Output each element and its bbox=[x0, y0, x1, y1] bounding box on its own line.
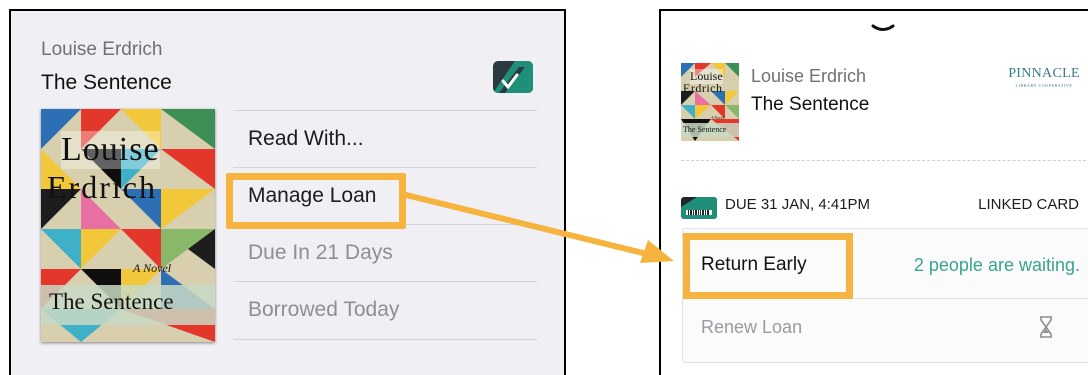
chevron-down-icon[interactable] bbox=[871, 23, 895, 37]
library-name: PINNACLE bbox=[1008, 66, 1080, 81]
book-detail-panel: Louise Erdrich The Sentence Louise Erdri… bbox=[9, 9, 566, 375]
manage-loan-highlight-box bbox=[226, 173, 406, 229]
due-date-menu-item: Due In 21 Days bbox=[233, 224, 537, 281]
hourglass-icon bbox=[1040, 316, 1052, 338]
library-card-icon bbox=[681, 197, 717, 219]
app-logo-icon[interactable] bbox=[493, 61, 533, 93]
linked-card-label[interactable]: LINKED CARD bbox=[978, 196, 1079, 213]
borrowed-date-menu-item: Borrowed Today bbox=[233, 281, 537, 338]
return-early-highlight-box bbox=[683, 233, 853, 299]
due-date-label: DUE 31 JAN, 4:41PM bbox=[725, 196, 871, 213]
menu-divider bbox=[233, 339, 537, 340]
loan-detail-panel: Louise Erdrich A Novel The Sentence Loui… bbox=[659, 9, 1088, 375]
read-with-menu-item[interactable]: Read With... bbox=[233, 110, 537, 167]
thumb-title: The Sentence bbox=[683, 125, 727, 134]
cover-title: The Sentence bbox=[49, 289, 174, 314]
cover-author-line2: Erdrich bbox=[47, 169, 157, 205]
book-author: Louise Erdrich bbox=[751, 66, 867, 86]
library-subtitle: LIBRARY COOPERATIVE bbox=[1015, 83, 1073, 88]
library-logo: PINNACLE LIBRARY COOPERATIVE bbox=[1007, 66, 1081, 88]
book-author: Louise Erdrich bbox=[41, 39, 163, 60]
book-cover-thumbnail: Louise Erdrich A Novel The Sentence bbox=[681, 63, 739, 141]
thumb-author-line2: Erdrich bbox=[683, 81, 723, 95]
cover-tag: A Novel bbox=[133, 261, 172, 275]
waiting-status: 2 people are waiting. bbox=[913, 255, 1080, 275]
book-cover-image: Louise Erdrich A Novel The Sentence bbox=[41, 109, 215, 342]
renew-loan-button[interactable]: Renew Loan bbox=[701, 317, 802, 338]
section-divider bbox=[681, 160, 1088, 161]
cover-author-line1: Louise bbox=[61, 131, 160, 169]
book-title: The Sentence bbox=[41, 71, 172, 94]
book-title: The Sentence bbox=[751, 94, 870, 115]
thumb-tag: A Novel bbox=[711, 115, 724, 120]
